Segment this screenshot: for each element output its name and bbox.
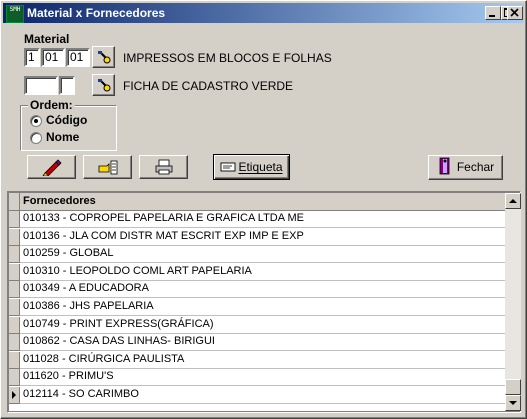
fornecedores-grid[interactable]: Fornecedores 010133 - COPROPEL PAPELARIA…	[7, 191, 521, 413]
sub-description: FICHA DE CADASTRO VERDE	[123, 79, 294, 93]
row-indicator[interactable]	[9, 316, 20, 334]
row-cell: 010136 - JLA COM DISTR MAT ESCRIT EXP IM…	[23, 229, 304, 242]
table-row[interactable]: 011620 - PRIMU'S	[9, 369, 505, 387]
print-button[interactable]	[139, 155, 188, 179]
table-row[interactable]: 011028 - CIRÚRGICA PAULISTA	[9, 351, 505, 369]
radio-selected-dot	[34, 119, 38, 123]
row-cell: 010349 - A EDUCADORA	[23, 282, 149, 295]
pencil-eraser-icon	[41, 159, 62, 177]
row-indicator[interactable]	[9, 263, 20, 281]
minimize-icon	[489, 15, 495, 17]
scroll-down-button[interactable]	[505, 395, 521, 411]
radio-codigo-label[interactable]: Código	[46, 113, 87, 127]
radio-codigo[interactable]	[30, 115, 42, 127]
row-indicator[interactable]	[9, 334, 20, 352]
table-row[interactable]: 010133 - COPROPEL PAPELARIA E GRAFICA LT…	[9, 211, 505, 228]
material-code3-input[interactable]: 01	[66, 48, 90, 67]
etiqueta-label: Etiqueta	[238, 160, 283, 174]
edit-button[interactable]	[27, 155, 76, 179]
list-button[interactable]	[83, 155, 132, 179]
etiqueta-button[interactable]: Etiqueta	[213, 154, 290, 180]
hand-pointer-list-icon	[98, 160, 117, 175]
row-indicator[interactable]	[9, 351, 20, 369]
table-row[interactable]: 010310 - LEOPOLDO COML ART PAPELARIA	[9, 263, 505, 281]
material-description: IMPRESSOS EM BLOCOS E FOLHAS	[123, 51, 332, 65]
printer-icon	[155, 159, 172, 175]
material-search-button[interactable]	[92, 46, 115, 68]
table-row[interactable]: 010862 - CASA DAS LINHAS- BIRIGUI	[9, 334, 505, 352]
title-bar[interactable]: SMH Material x Fornecedores	[3, 3, 524, 23]
close-button[interactable]	[507, 6, 523, 20]
main-window: SMH Material x Fornecedores Material 1 0…	[0, 0, 527, 419]
scroll-up-button[interactable]	[505, 193, 521, 209]
row-indicator[interactable]	[9, 246, 20, 264]
fechar-label: Fechar	[456, 160, 495, 174]
table-row[interactable]: 010386 - JHS PAPELARIA	[9, 299, 505, 316]
sub-search-button[interactable]	[92, 74, 115, 96]
scroll-thumb[interactable]	[505, 379, 521, 395]
row-cell: 010133 - COPROPEL PAPELARIA E GRAFICA LT…	[23, 212, 305, 224]
search-key-icon	[97, 51, 110, 64]
row-indicator[interactable]	[9, 369, 20, 387]
arrow-down-icon	[509, 401, 517, 405]
table-row[interactable]: 010749 - PRINT EXPRESS(GRÁFICA)	[9, 316, 505, 334]
material-code1-input[interactable]: 1	[24, 48, 40, 67]
row-indicator[interactable]	[9, 228, 20, 246]
row-cell: 010259 - GLOBAL	[23, 247, 114, 260]
row-cell: 010386 - JHS PAPELARIA	[23, 300, 154, 312]
row-indicator[interactable]	[9, 211, 20, 228]
row-indicator[interactable]	[9, 281, 20, 299]
current-row-arrow-icon	[12, 391, 16, 399]
arrow-up-icon	[509, 199, 517, 203]
app-icon[interactable]: SMH	[6, 5, 24, 23]
table-row[interactable]: 010136 - JLA COM DISTR MAT ESCRIT EXP IM…	[9, 228, 505, 246]
window-title: Material x Fornecedores	[27, 6, 166, 20]
app-icon-label: SMH	[9, 6, 21, 13]
row-cell: 010310 - LEOPOLDO COML ART PAPELARIA	[23, 264, 252, 277]
sub-code1-input[interactable]	[24, 76, 58, 95]
row-cell: 011028 - CIRÚRGICA PAULISTA	[23, 352, 185, 365]
search-key-icon	[97, 79, 110, 92]
ordem-title: Ordem:	[28, 98, 75, 112]
radio-nome-label[interactable]: Nome	[46, 130, 79, 144]
radio-nome[interactable]	[30, 132, 42, 144]
table-row[interactable]: 012114 - SO CARIMBO	[9, 387, 505, 404]
grid-body: Fornecedores 010133 - COPROPEL PAPELARIA…	[9, 193, 505, 411]
minimize-button[interactable]	[485, 6, 501, 20]
sub-code2-input[interactable]	[59, 76, 75, 95]
fechar-button[interactable]: Fechar	[428, 155, 503, 180]
label-tag-icon	[221, 162, 236, 172]
vertical-scrollbar[interactable]	[505, 193, 521, 411]
row-cell: 011620 - PRIMU'S	[23, 370, 114, 383]
exit-door-icon	[439, 157, 450, 175]
column-header-fornecedores[interactable]: Fornecedores	[23, 195, 96, 207]
material-code2-input[interactable]: 01	[41, 48, 65, 67]
table-row[interactable]: 010259 - GLOBAL	[9, 246, 505, 264]
row-indicator[interactable]	[9, 387, 20, 404]
grid-header: Fornecedores	[9, 193, 505, 211]
material-label: Material	[24, 32, 70, 46]
close-icon	[510, 8, 519, 17]
row-cell: 010862 - CASA DAS LINHAS- BIRIGUI	[23, 335, 215, 348]
header-indicator-cell	[9, 193, 20, 210]
row-cell: 012114 - SO CARIMBO	[23, 388, 139, 400]
row-indicator[interactable]	[9, 299, 20, 316]
row-cell: 010749 - PRINT EXPRESS(GRÁFICA)	[23, 317, 214, 330]
table-row[interactable]: 010349 - A EDUCADORA	[9, 281, 505, 299]
